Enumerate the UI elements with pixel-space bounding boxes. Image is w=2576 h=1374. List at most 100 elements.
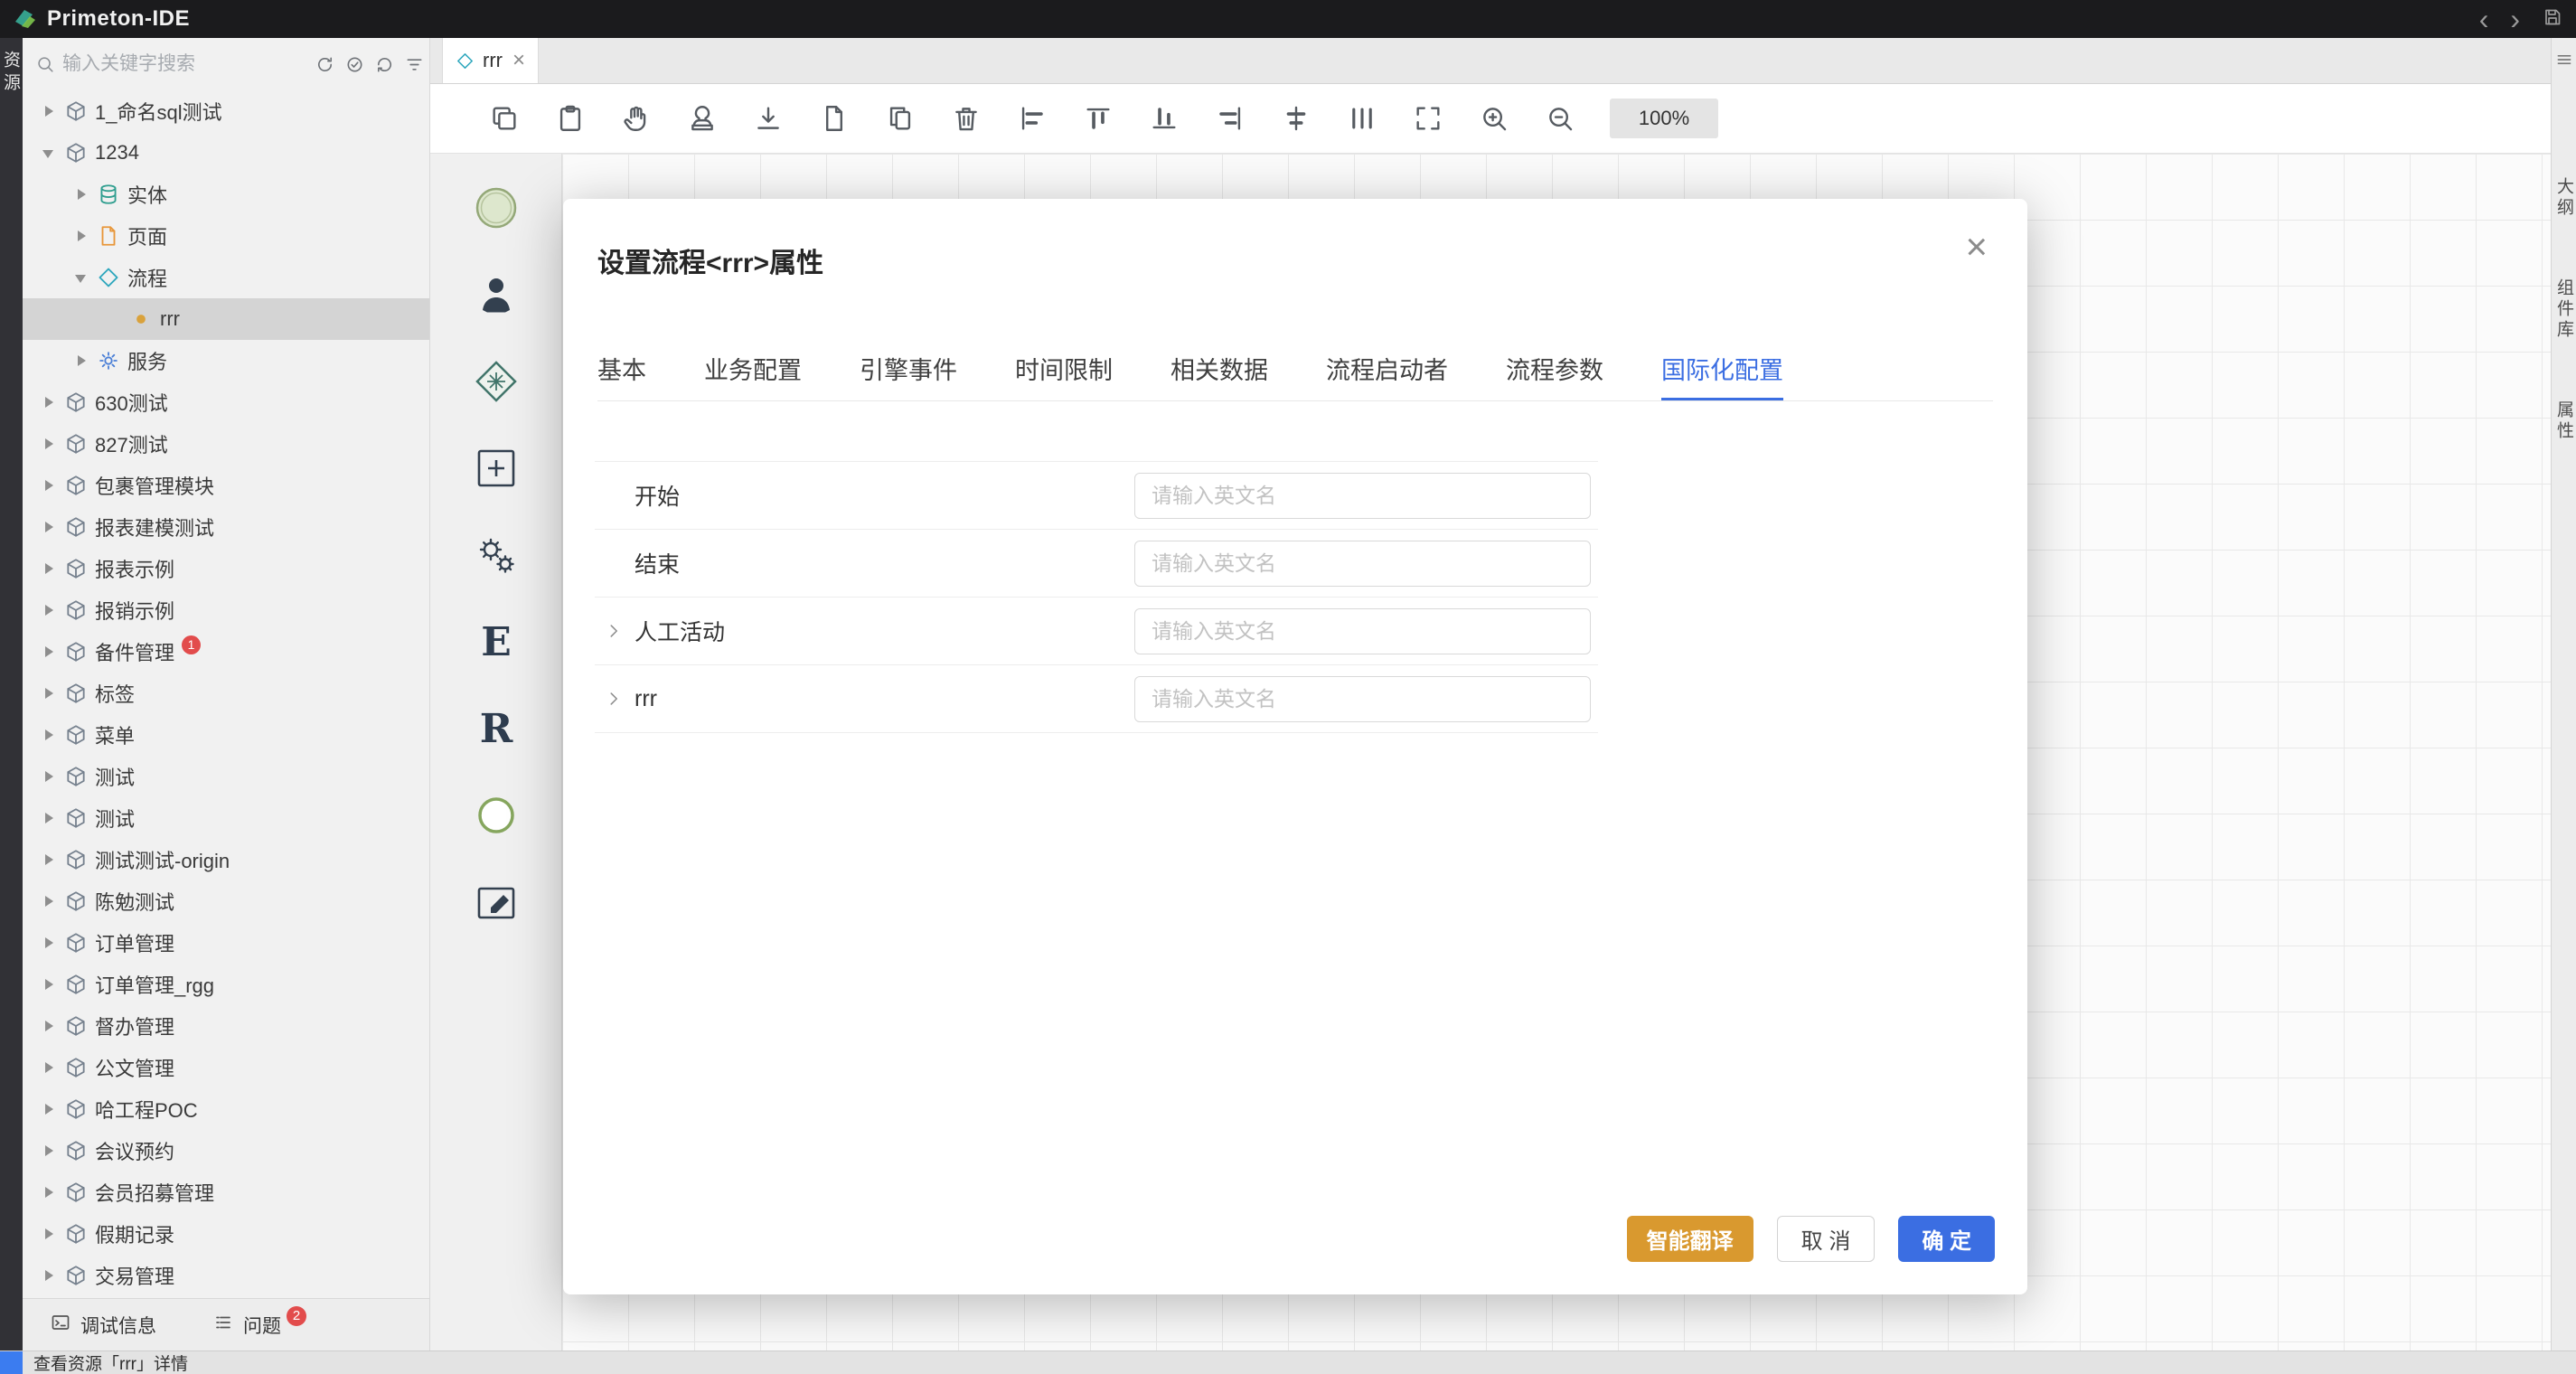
check-circle-icon[interactable]: [344, 54, 365, 75]
tree-item[interactable]: 测试: [23, 756, 429, 797]
caret-right-icon[interactable]: [41, 103, 57, 119]
tree-item[interactable]: 公文管理: [23, 1047, 429, 1088]
service-node[interactable]: [469, 528, 523, 582]
caret-right-icon[interactable]: [73, 353, 89, 369]
caret-right-icon[interactable]: [41, 1059, 57, 1076]
right-dock-tab[interactable]: 组件库: [2552, 278, 2576, 341]
activity-tab-resources[interactable]: 资源: [0, 51, 23, 96]
right-dock-tab[interactable]: 大纲: [2552, 177, 2576, 219]
caret-right-icon[interactable]: [41, 810, 57, 826]
note-node[interactable]: [469, 875, 523, 929]
caret-right-icon[interactable]: [41, 519, 57, 535]
download-icon[interactable]: [752, 102, 785, 135]
tree-item[interactable]: 备件管理1: [23, 631, 429, 673]
duplicate-icon[interactable]: [884, 102, 917, 135]
tab-close-icon[interactable]: ×: [512, 50, 525, 71]
tree-item[interactable]: 订单管理: [23, 922, 429, 964]
caret-right-icon[interactable]: [41, 1143, 57, 1159]
end-node[interactable]: [469, 788, 523, 842]
english-name-input[interactable]: [1134, 473, 1591, 519]
caret-down-icon[interactable]: [41, 145, 57, 161]
zoom-level-select[interactable]: 100%: [1610, 99, 1718, 138]
tree-item[interactable]: 测试: [23, 797, 429, 839]
nav-back-icon[interactable]: ‹: [2479, 5, 2489, 33]
delete-icon[interactable]: [950, 102, 982, 135]
human-activity-node[interactable]: [469, 268, 523, 322]
tree-item[interactable]: 实体: [23, 174, 429, 215]
align-right-icon[interactable]: [1214, 102, 1246, 135]
confirm-button[interactable]: 确 定: [1898, 1216, 1995, 1262]
tree-item[interactable]: 1_命名sql测试: [23, 90, 429, 132]
problems-button[interactable]: 问题 2: [212, 1312, 306, 1339]
caret-right-icon[interactable]: [41, 477, 57, 494]
caret-right-icon[interactable]: [41, 644, 57, 660]
panel-menu-icon[interactable]: [2552, 51, 2576, 69]
dialog-tab[interactable]: 业务配置: [704, 351, 802, 400]
align-bottom-icon[interactable]: [1148, 102, 1180, 135]
stamp-icon[interactable]: [686, 102, 719, 135]
copy-icon[interactable]: [488, 102, 521, 135]
tree-item[interactable]: 流程: [23, 257, 429, 298]
caret-right-icon[interactable]: [41, 893, 57, 909]
e-node[interactable]: E: [469, 615, 523, 669]
tree-item[interactable]: 页面: [23, 215, 429, 257]
filter-icon[interactable]: [404, 54, 425, 75]
caret-right-icon[interactable]: [41, 1101, 57, 1117]
start-node[interactable]: [469, 181, 523, 235]
dialog-tab[interactable]: 时间限制: [1015, 351, 1113, 400]
tree-item[interactable]: 1234: [23, 132, 429, 174]
tree-item[interactable]: 测试测试-origin: [23, 839, 429, 880]
save-icon[interactable]: [2542, 6, 2563, 33]
tree-item[interactable]: 报表建模测试: [23, 506, 429, 548]
caret-right-icon[interactable]: [41, 727, 57, 743]
tree-item[interactable]: 订单管理_rgg: [23, 964, 429, 1005]
caret-right-icon[interactable]: [41, 1018, 57, 1034]
dialog-tab[interactable]: 基本: [597, 351, 646, 400]
tree-item[interactable]: 标签: [23, 673, 429, 714]
nav-forward-icon[interactable]: ›: [2510, 5, 2520, 33]
tree-item[interactable]: 包裹管理模块: [23, 465, 429, 506]
dialog-tab[interactable]: 相关数据: [1170, 351, 1268, 400]
tree-item[interactable]: 报表示例: [23, 548, 429, 589]
smart-translate-button[interactable]: 智能翻译: [1627, 1216, 1753, 1262]
align-left-icon[interactable]: [1016, 102, 1048, 135]
tree-item[interactable]: 哈工程POC: [23, 1088, 429, 1130]
fit-screen-icon[interactable]: [1412, 102, 1444, 135]
english-name-input[interactable]: [1134, 608, 1591, 654]
paste-icon[interactable]: [554, 102, 587, 135]
caret-right-icon[interactable]: [41, 1184, 57, 1200]
tree-item[interactable]: 督办管理: [23, 1005, 429, 1047]
expand-icon[interactable]: [604, 689, 631, 709]
dialog-tab[interactable]: 流程启动者: [1326, 351, 1448, 400]
caret-right-icon[interactable]: [41, 935, 57, 951]
align-top-icon[interactable]: [1082, 102, 1114, 135]
caret-right-icon[interactable]: [41, 436, 57, 452]
dialog-tab[interactable]: 国际化配置: [1661, 351, 1783, 400]
caret-down-icon[interactable]: [73, 269, 89, 286]
tree-item[interactable]: 菜单: [23, 714, 429, 756]
dialog-close-icon[interactable]: ×: [1965, 228, 1988, 266]
caret-right-icon[interactable]: [41, 394, 57, 410]
tree-item[interactable]: 会议预约: [23, 1130, 429, 1172]
tree-item[interactable]: 陈勉测试: [23, 880, 429, 922]
caret-right-icon[interactable]: [41, 976, 57, 993]
cancel-button[interactable]: 取 消: [1777, 1216, 1876, 1262]
english-name-input[interactable]: [1134, 541, 1591, 587]
tree-item[interactable]: rrr: [23, 298, 429, 340]
caret-right-icon[interactable]: [41, 852, 57, 868]
hand-icon[interactable]: [620, 102, 653, 135]
caret-right-icon[interactable]: [73, 186, 89, 202]
caret-right-icon[interactable]: [41, 1226, 57, 1242]
gateway-node[interactable]: [469, 354, 523, 409]
editor-tab-rrr[interactable]: rrr ×: [442, 38, 539, 83]
right-dock-tab[interactable]: 属性: [2552, 400, 2576, 442]
zoom-out-icon[interactable]: [1544, 102, 1576, 135]
refresh-icon[interactable]: [315, 54, 335, 75]
tree-item[interactable]: 服务: [23, 340, 429, 381]
file-icon[interactable]: [818, 102, 851, 135]
tree-item[interactable]: 报销示例: [23, 589, 429, 631]
tree-item[interactable]: 会员招募管理: [23, 1172, 429, 1213]
caret-right-icon[interactable]: [41, 560, 57, 577]
align-center-icon[interactable]: [1280, 102, 1312, 135]
english-name-input[interactable]: [1134, 676, 1591, 722]
